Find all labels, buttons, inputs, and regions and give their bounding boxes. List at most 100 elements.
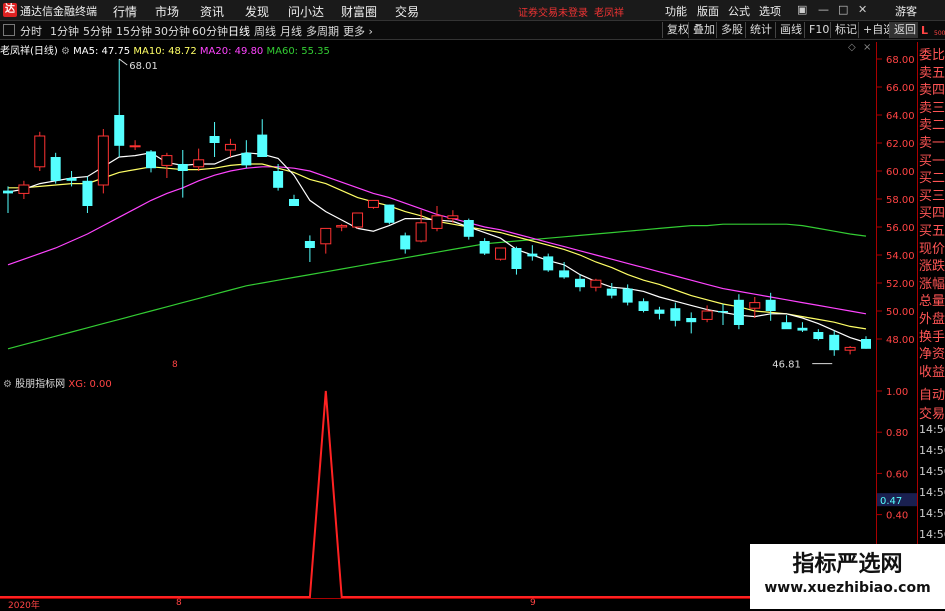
btn-mark[interactable]: 标记 <box>830 22 857 38</box>
period-5min[interactable]: 5分钟 <box>83 23 112 39</box>
grid-icon[interactable] <box>3 24 15 36</box>
candle-body-up <box>367 199 379 208</box>
quote-item-label: 买四 <box>919 206 945 222</box>
price-tick-label: 58.00 <box>886 195 915 206</box>
period-30min[interactable]: 30分钟 <box>154 23 190 39</box>
window-maximize-icon[interactable]: □ <box>838 3 848 16</box>
btn-multi-stock[interactable]: 多股 <box>716 22 743 38</box>
period-multi[interactable]: 多周期 <box>306 23 339 39</box>
candle-body-up <box>844 346 856 351</box>
candle-body-down <box>177 164 188 171</box>
candle-body-down <box>829 334 840 351</box>
btn-back[interactable]: 返回 <box>889 22 918 38</box>
watermark-title: 指标严选网 <box>792 552 903 577</box>
period-monthly[interactable]: 月线 <box>280 23 302 39</box>
candle-body-down <box>289 199 299 206</box>
candle-body-down <box>765 299 776 311</box>
window-restore-icon[interactable]: ▣ <box>797 3 807 16</box>
panel-level: L <box>921 24 929 37</box>
date-label-2020: 2020年 <box>8 601 40 611</box>
quote-item-label: 外盘 <box>919 312 945 327</box>
watermark-url: www.xuezhibiao.com <box>764 580 931 596</box>
menu-discover[interactable]: 发现 <box>245 3 269 20</box>
candle-body-up <box>431 215 443 229</box>
candle-body-down <box>241 152 252 166</box>
trade-time: 14:56 <box>919 444 945 457</box>
btn-draw[interactable]: 画线 <box>775 22 802 38</box>
candle-body-down <box>50 157 61 181</box>
period-daily[interactable]: 日线 <box>228 23 250 39</box>
window-close-icon[interactable]: ✕ <box>858 3 867 16</box>
candle-body-up <box>590 279 602 288</box>
btn-stats[interactable]: 统计 <box>745 22 772 38</box>
candle-body-down <box>718 311 728 313</box>
menu-market[interactable]: 行情 <box>113 3 137 20</box>
period-timeshare[interactable]: 分时 <box>20 23 42 39</box>
candle-body-down <box>114 115 125 146</box>
period-1min[interactable]: 1分钟 <box>50 23 79 39</box>
panel-level-sub: 500 <box>934 30 945 37</box>
trade-time: 14:56 <box>919 423 945 436</box>
menu-trade[interactable]: 交易 <box>395 3 419 20</box>
menu-news[interactable]: 资讯 <box>200 3 224 20</box>
candle-body-down <box>146 151 156 169</box>
candle-body-down <box>527 253 538 257</box>
candle-body-down <box>257 134 268 157</box>
candle-body-down <box>670 308 681 321</box>
date-label-sep: 9 <box>530 598 536 608</box>
candle-body-down <box>861 339 871 349</box>
period-more-label: 更多 <box>343 25 365 38</box>
candle-body-down <box>479 241 490 254</box>
high-marker-label: 68.01 <box>129 61 158 72</box>
candlestick-chart[interactable]: 68.00 66.00 64.00 62.00 60.00 58.00 56.00 54.00… <box>0 42 917 373</box>
btn-overlay[interactable]: 叠加 <box>688 22 715 38</box>
quote-item-label: 换手 <box>919 329 945 345</box>
watermark-logo: 指标严选网 www.xuezhibiao.com <box>750 544 945 609</box>
quote-item-label: 买一 <box>919 153 945 169</box>
btn-adjust[interactable]: 复权 <box>662 22 689 38</box>
ma60-line <box>7 223 867 350</box>
candle-body-down <box>82 180 93 206</box>
period-more[interactable]: 更多 › <box>343 23 373 39</box>
candle-body-down <box>304 241 315 248</box>
quote-item-label: 买二 <box>919 171 945 187</box>
login-warning: 证券交易未登录 <box>518 8 588 19</box>
candle-body-down <box>733 299 744 325</box>
menu-wealth[interactable]: 财富圈 <box>341 3 377 20</box>
menu-ask[interactable]: 问小达 <box>288 3 324 20</box>
menu-function[interactable]: 功能 <box>665 3 687 19</box>
candle-body-up <box>161 155 173 166</box>
date-label-aug: 8 <box>176 598 182 608</box>
candle-body-down <box>463 220 474 237</box>
app-logo-icon: 达 <box>3 3 17 17</box>
candle-body-down <box>384 204 395 223</box>
app-title: 通达信金融终端 <box>20 5 97 18</box>
candle-body-up <box>18 184 30 194</box>
candle-body-down <box>654 309 665 314</box>
candle-body-up <box>352 212 364 228</box>
quote-item-label: 净资 <box>919 347 945 363</box>
menu-layout[interactable]: 版面 <box>697 3 719 19</box>
candle-body-down <box>813 332 824 339</box>
window-minimize-icon[interactable]: — <box>818 3 829 16</box>
guest-label[interactable]: 游客 <box>895 3 917 19</box>
title-bar: 达 通达信金融终端 行情 市场 资讯 发现 问小达 财富圈 交易 证券交易未登录… <box>0 0 945 21</box>
menu-markets[interactable]: 市场 <box>155 3 179 20</box>
candle-body-up <box>224 143 236 151</box>
indicator-tick-label: 1.00 <box>886 387 908 398</box>
btn-f10[interactable]: F10 <box>804 22 829 38</box>
candle-body-up <box>749 302 761 309</box>
period-60min[interactable]: 60分钟 <box>192 23 228 39</box>
menu-options[interactable]: 选项 <box>759 3 781 19</box>
ma20-line <box>7 166 867 315</box>
low-marker-label: 46.81 <box>772 360 801 371</box>
period-15min[interactable]: 15分钟 <box>116 23 152 39</box>
quote-item-label: 卖五 <box>919 65 945 81</box>
period-weekly[interactable]: 周线 <box>254 23 276 39</box>
candle-body-up <box>415 222 427 242</box>
price-tick-label: 66.00 <box>886 83 915 94</box>
quote-item-label: 涨幅 <box>919 276 945 292</box>
candle-body-up <box>97 135 109 186</box>
menu-formula[interactable]: 公式 <box>728 3 750 19</box>
stock-name-title: 老凤祥 <box>594 8 624 19</box>
